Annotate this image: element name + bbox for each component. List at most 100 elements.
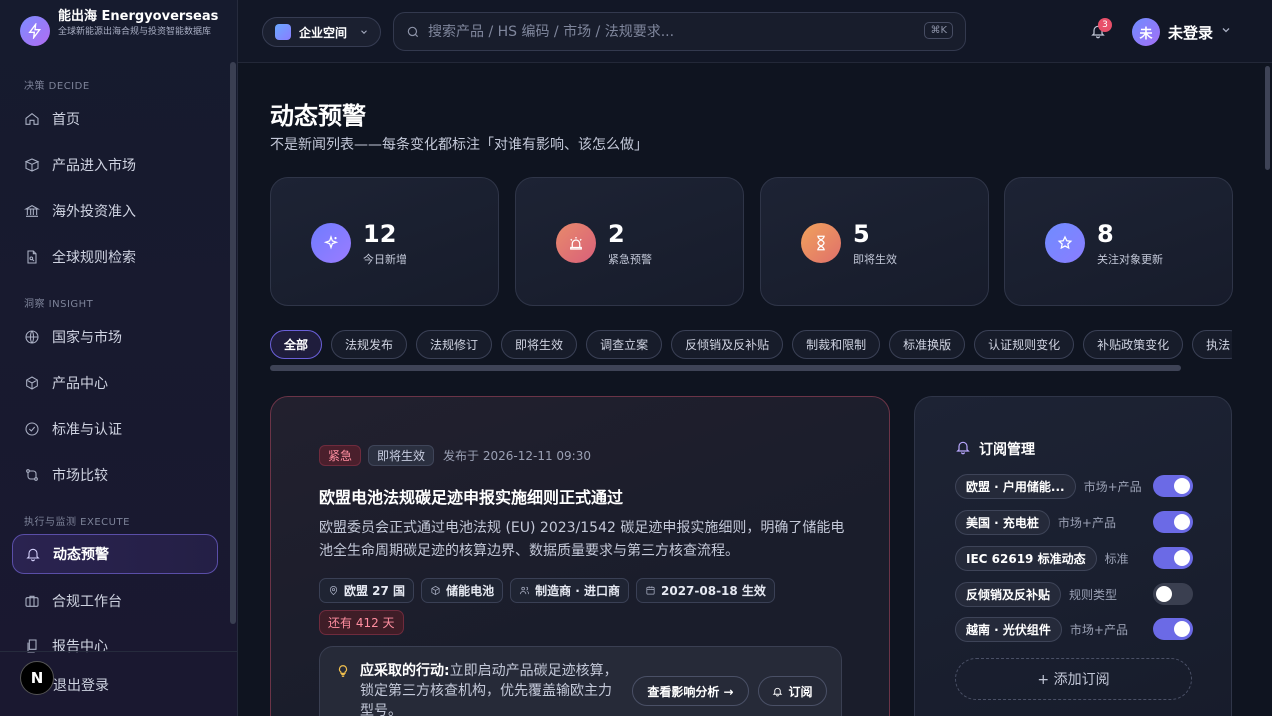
alert-meta: 欧盟 27 国 储能电池 制造商 · 进口商 2027-08-18 生效 还有 … [319,578,819,635]
sidebar-item-investment[interactable]: 海外投资准入 [12,191,218,231]
filter-subsidy[interactable]: 补贴政策变化 [1083,330,1184,359]
logout-button[interactable]: 退出登录 [53,675,109,695]
subscription-type: 标准 [1104,551,1129,566]
subscription-row: 美国 · 充电桩 市场+产品 [955,509,1193,535]
sidebar-item-alerts[interactable]: 动态预警 [12,534,218,574]
filter-tabs: 全部 法规发布 法规修订 即将生效 调查立案 反倾销及反补贴 制裁和限制 标准换… [270,330,1232,360]
filter-reg-revision[interactable]: 法规修订 [416,330,493,359]
brand[interactable]: 能出海 Energyoverseas 全球新能源出海合规与投资智能数据库 [20,8,230,46]
search-input[interactable] [428,23,908,40]
check-circle-icon [25,422,39,436]
sidebar-item-label: 产品中心 [52,376,108,392]
filter-all[interactable]: 全部 [270,330,323,359]
bell-icon [956,441,970,455]
sidebar-item-label: 产品进入市场 [52,158,136,174]
alert-card[interactable]: 紧急 即将生效 发布于 2026-12-11 09:30 欧盟电池法规碳足迹申报… [270,396,890,716]
action-text: 应采取的行动:立即启动产品碳足迹核算，锁定第三方核查机构，优先覆盖输欧主力型号。 [360,661,620,716]
impact-analysis-button[interactable]: 查看影响分析 → [632,676,749,706]
subscription-name[interactable]: IEC 62619 标准动态 [955,545,1097,571]
remaining-days-badge: 还有 412 天 [319,610,404,635]
subscription-name[interactable]: 欧盟 · 户用储能... [955,473,1076,499]
alert-title[interactable]: 欧盟电池法规碳足迹申报实施细则正式通过 [319,484,623,508]
filter-certification[interactable]: 认证规则变化 [974,330,1075,359]
add-subscription-button[interactable]: + 添加订阅 [955,658,1192,700]
filter-investigation[interactable]: 调查立案 [586,330,663,359]
lightning-logo-icon [20,16,50,46]
sidebar-item-products[interactable]: 产品中心 [12,363,218,403]
subscription-toggle[interactable] [1153,618,1193,640]
brand-subtitle: 全球新能源出海合规与投资智能数据库 [58,27,212,37]
location-pin-icon [329,586,338,596]
sidebar-item-label: 合规工作台 [52,594,122,610]
star-icon [1045,223,1085,263]
sidebar-item-standards[interactable]: 标准与认证 [12,409,218,449]
alert-description: 欧盟委员会正式通过电池法规 (EU) 2023/1542 碳足迹申报实施细则，明… [319,520,845,559]
subscription-row: 反倾销及反补贴 规则类型 [955,581,1193,607]
subscription-type: 市场+产品 [1083,479,1142,494]
subscription-name[interactable]: 越南 · 光伏组件 [955,616,1062,642]
section-label-insight: 洞察 INSIGHT [24,299,94,310]
sidebar-item-compare[interactable]: 市场比较 [12,455,218,495]
filter-enforcement[interactable]: 执法 [1192,330,1232,359]
section-label-decide: 决策 DECIDE [24,81,90,92]
page-subtitle: 不是新闻列表——每条变化都标注「对谁有影响、该怎么做」 [270,137,648,153]
meta-region-text: 欧盟 27 国 [344,584,406,598]
subscription-toggle[interactable] [1153,547,1193,569]
cube-icon [431,585,440,596]
sidebar-item-workbench[interactable]: 合规工作台 [12,581,218,621]
subscription-row: IEC 62619 标准动态 标准 [955,545,1193,571]
stat-card-followed[interactable]: 8 关注对象更新 [1004,177,1233,306]
stat-card-today[interactable]: 12 今日新增 [270,177,499,306]
subscription-row: 欧盟 · 户用储能... 市场+产品 [955,473,1193,499]
stat-card-urgent[interactable]: 2 紧急预警 [515,177,744,306]
workspace-selector[interactable]: 企业空间 [262,17,381,47]
chevron-down-icon[interactable] [1220,24,1232,36]
box-icon [24,158,40,172]
sidebar-item-label: 首页 [52,112,80,128]
subscription-toggle[interactable] [1153,475,1193,497]
subscribe-button[interactable]: 订阅 [758,676,827,706]
cube-icon [26,376,38,390]
action-box: 应采取的行动:立即启动产品碳足迹核算，锁定第三方核查机构，优先覆盖输欧主力型号。… [319,646,842,716]
filter-anti-dumping[interactable]: 反倾销及反补贴 [671,330,784,359]
n-badge[interactable]: N [20,661,54,695]
sidebar-item-rules-search[interactable]: 全球规则检索 [12,237,218,277]
notification-count-badge: 3 [1098,18,1112,32]
sidebar-item-product-market[interactable]: 产品进入市场 [12,145,218,185]
stat-value: 5 [853,220,870,248]
user-name[interactable]: 未登录 [1168,22,1213,43]
filter-reg-release[interactable]: 法规发布 [331,330,408,359]
filter-sanctions[interactable]: 制裁和限制 [792,330,881,359]
workspace-icon [275,24,291,40]
upcoming-badge: 即将生效 [368,445,435,466]
sidebar-scrollbar[interactable] [230,62,236,624]
filter-upcoming[interactable]: 即将生效 [501,330,578,359]
sidebar-item-home[interactable]: 首页 [12,99,218,139]
briefcase-icon [25,595,39,607]
stat-value: 2 [608,220,625,248]
users-icon [520,586,530,595]
sidebar-item-label: 国家与市场 [52,330,122,346]
filter-scrollbar[interactable] [270,365,1181,371]
action-label: 应采取的行动: [360,663,450,679]
subscription-name[interactable]: 美国 · 充电桩 [955,509,1050,535]
sidebar-item-label: 海外投资准入 [52,204,136,220]
subscription-toggle[interactable] [1153,511,1193,533]
doc-search-icon [27,250,37,264]
meta-product-text: 储能电池 [446,584,495,598]
search-bar: ⌘K [393,12,966,51]
bank-icon [24,205,40,217]
subscription-toggle[interactable] [1153,583,1193,605]
avatar[interactable]: 未 [1132,18,1160,46]
main-scrollbar[interactable] [1265,66,1270,170]
urgent-badge: 紧急 [319,445,362,466]
sidebar-item-countries[interactable]: 国家与市场 [12,317,218,357]
subscription-type: 市场+产品 [1057,515,1116,530]
stat-card-upcoming[interactable]: 5 即将生效 [760,177,989,306]
sidebar-item-label: 全球规则检索 [52,250,136,266]
filter-standard-update[interactable]: 标准换版 [889,330,966,359]
stat-label: 今日新增 [363,253,407,266]
siren-icon [556,223,596,263]
subscription-name[interactable]: 反倾销及反补贴 [955,581,1062,607]
subscription-panel: 订阅管理 欧盟 · 户用储能... 市场+产品 美国 · 充电桩 市场+产品 I… [914,396,1232,716]
